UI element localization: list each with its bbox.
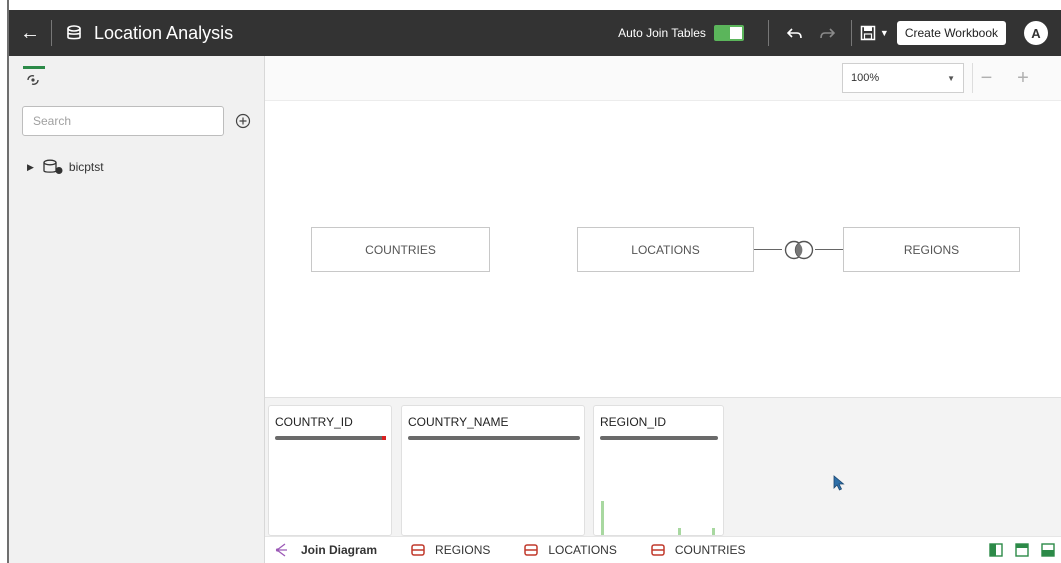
back-button[interactable]: ← [9,10,51,56]
column-quality-bar [600,436,718,440]
histogram-bar [712,528,715,535]
layout-left-panel-icon[interactable] [989,543,1003,557]
user-avatar[interactable]: A [1024,21,1048,45]
add-circle-icon[interactable] [235,113,251,129]
column-name: COUNTRY_NAME [408,415,509,429]
histogram-bar [678,528,681,535]
arrow-left-icon: ← [20,21,40,44]
layout-bottom-panel-icon[interactable] [1041,543,1055,557]
data-source-icon [27,75,39,85]
save-menu-button[interactable]: ▼ [860,25,889,41]
zoom-out-button[interactable]: − [972,63,1000,93]
tab-regions[interactable]: REGIONS [411,543,490,557]
tree-item-connection[interactable]: ▶ bicptst [27,159,104,175]
database-icon [67,25,81,40]
save-icon [860,25,876,41]
join-connector-right [815,249,843,250]
connection-icon [43,159,63,174]
join-diagram-icon [275,543,287,557]
auto-join-toggle[interactable] [713,25,744,41]
inner-join-icon[interactable] [782,239,816,261]
table-icon [651,544,665,556]
window-edge [0,0,9,563]
zoom-in-button[interactable]: + [1009,63,1037,93]
sidebar-tab-data[interactable] [23,66,45,92]
table-icon [524,544,539,556]
title-group: Location Analysis [66,23,233,44]
header-bar: ← Location Analysis Auto Join Tables ▼ C… [9,10,1061,56]
create-workbook-button[interactable]: Create Workbook [896,21,1006,45]
plus-icon: + [1017,66,1029,89]
expand-caret-icon: ▶ [27,161,34,172]
column-quality-bar [275,436,385,440]
header-divider [51,20,52,46]
tree-item-label: bicptst [68,160,104,174]
bottom-tab-bar: Join Diagram REGIONS LOCATIONS COUNTRIES [265,536,1061,563]
undo-button[interactable] [779,17,811,49]
minus-icon: − [980,66,993,89]
page-title: Location Analysis [94,22,234,43]
column-card-country-id[interactable]: COUNTRY_ID [268,405,392,536]
zoom-select[interactable]: 100% ▼ [842,63,964,93]
column-quality-bar [408,436,580,440]
auto-join-label: Auto Join Tables [618,26,706,40]
zoom-value: 100% [851,72,880,84]
table-node-regions[interactable]: REGIONS [843,227,1020,272]
histogram-bar [601,501,604,535]
join-connector-left [754,249,782,250]
redo-icon [820,28,835,39]
layout-switcher [977,543,1055,557]
chevron-down-icon: ▼ [879,28,889,38]
tab-join-diagram[interactable]: Join Diagram [275,542,377,558]
tab-countries[interactable]: COUNTRIES [651,543,746,557]
app-window: ← Location Analysis Auto Join Tables ▼ C… [0,0,1061,563]
quality-flag [382,436,386,440]
table-icon [411,544,425,556]
column-card-country-name[interactable]: COUNTRY_NAME [401,405,585,536]
undo-icon [786,28,802,39]
column-name: COUNTRY_ID [275,415,353,429]
table-node-countries[interactable]: COUNTRIES [311,227,490,272]
redo-button[interactable] [811,17,843,49]
layout-top-panel-icon[interactable] [1015,543,1029,557]
mouse-pointer-icon [833,475,845,491]
column-name: REGION_ID [600,415,667,429]
chevron-down-icon: ▼ [947,73,955,83]
column-card-region-id[interactable]: REGION_ID [593,405,724,536]
tab-locations[interactable]: LOCATIONS [524,543,617,557]
table-node-locations[interactable]: LOCATIONS [577,227,754,272]
data-sidebar: ▶ bicptst [9,56,265,563]
search-input[interactable] [22,106,224,136]
